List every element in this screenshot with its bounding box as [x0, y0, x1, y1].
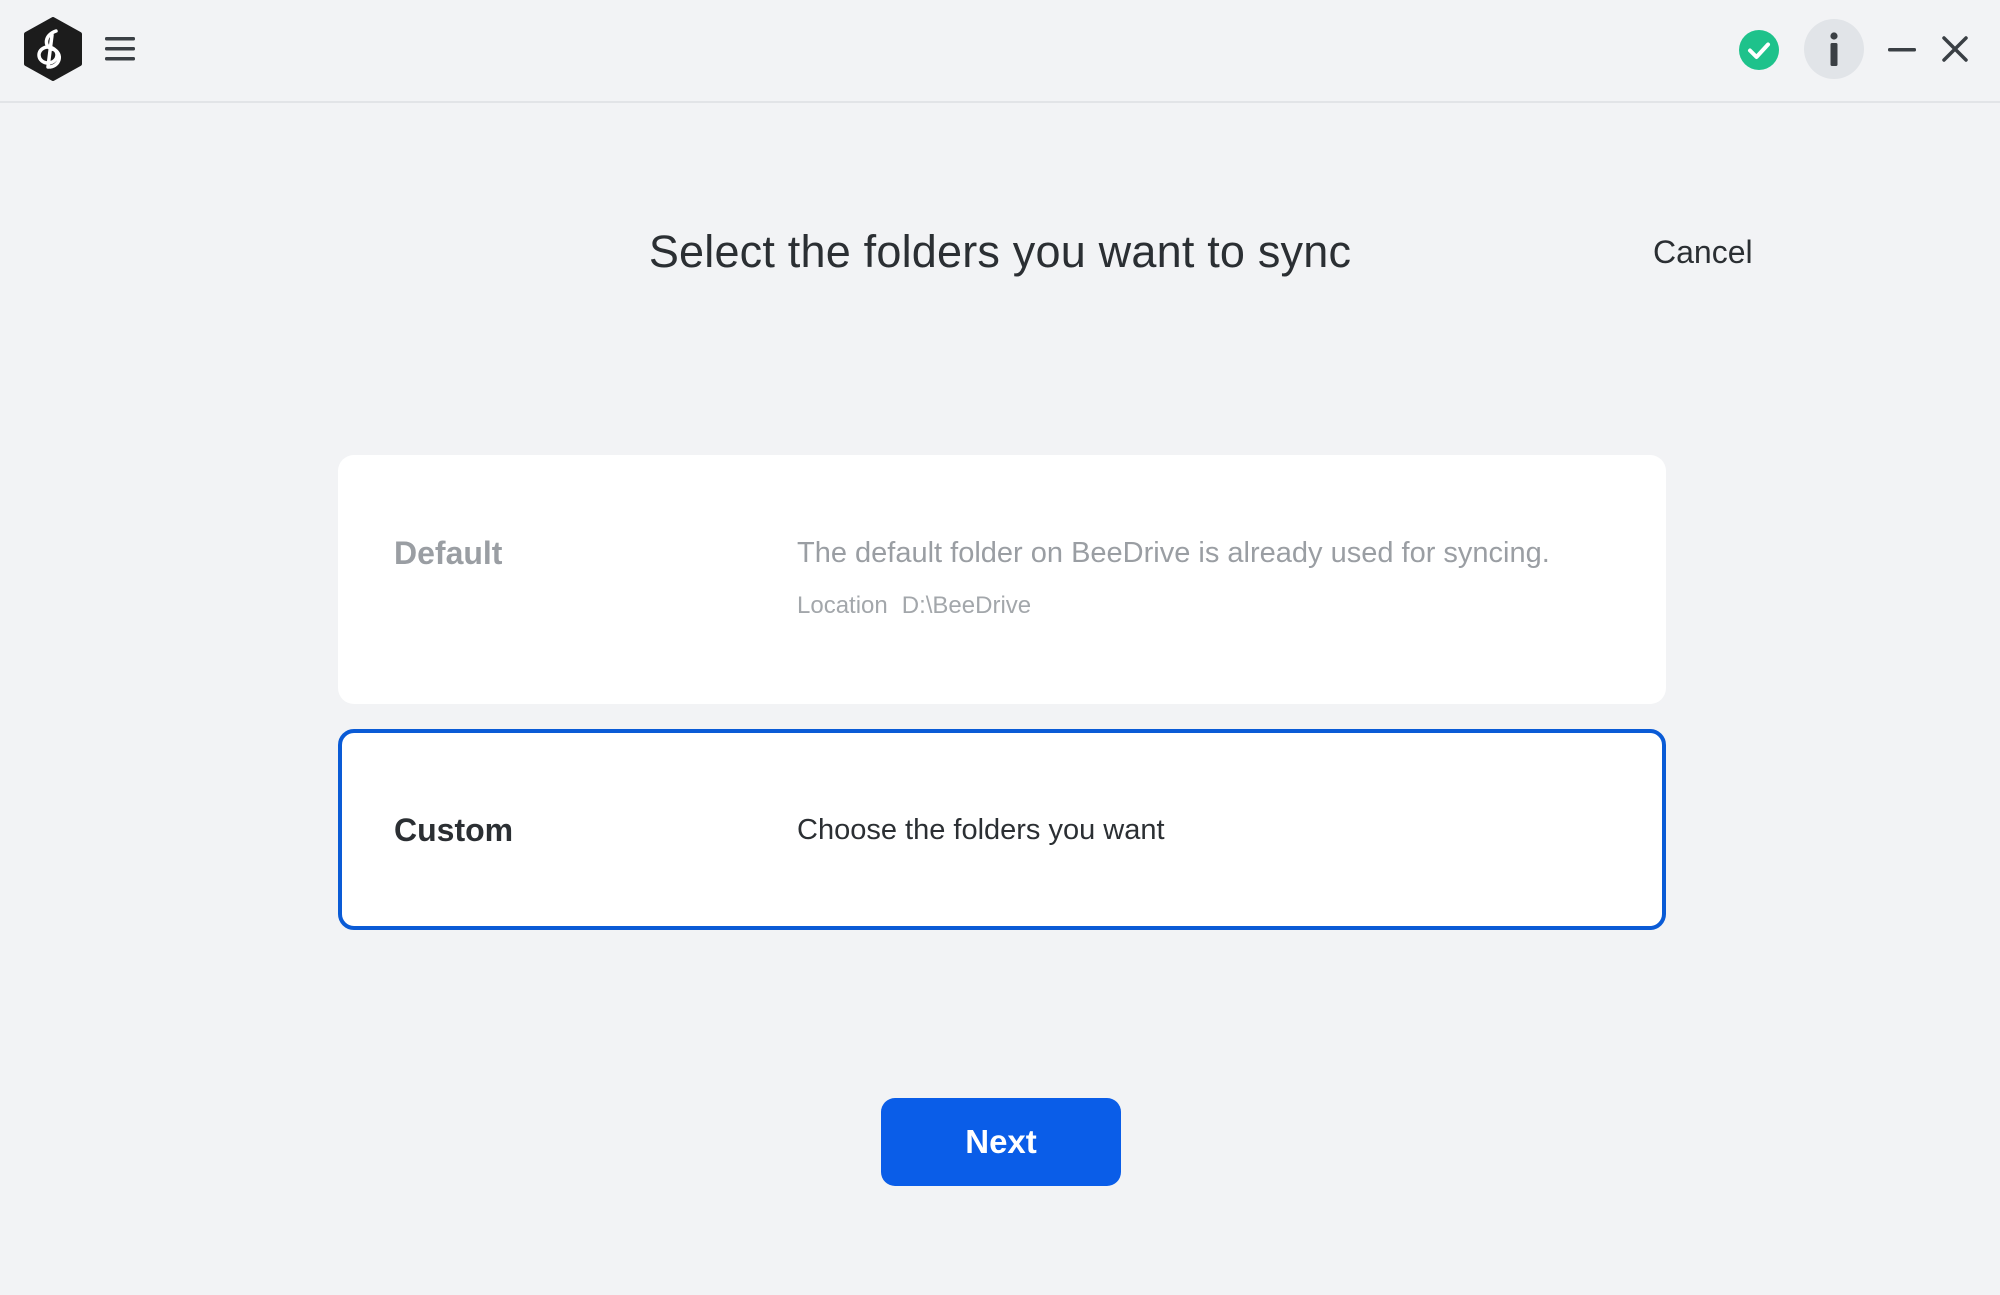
info-button[interactable]	[1804, 19, 1864, 79]
option-card-default[interactable]: Default The default folder on BeeDrive i…	[338, 455, 1666, 704]
next-button[interactable]: Next	[881, 1098, 1121, 1186]
check-circle-icon	[1738, 29, 1780, 71]
minimize-button[interactable]	[1886, 30, 1918, 68]
option-label-custom: Custom	[394, 812, 514, 848]
info-icon	[1830, 32, 1838, 66]
option-description-default: The default folder on BeeDrive is alread…	[797, 537, 1550, 569]
option-card-custom[interactable]: Custom Choose the folders you want	[338, 729, 1666, 930]
location-row: Location D:\BeeDrive	[797, 592, 1045, 620]
location-label: Location	[797, 592, 888, 619]
close-icon	[1942, 36, 1968, 62]
beedrive-logo-icon	[22, 17, 84, 81]
cancel-button[interactable]: Cancel	[1653, 234, 1753, 271]
option-label-default: Default	[394, 535, 503, 571]
location-value: D:\BeeDrive	[901, 592, 1032, 619]
title-bar	[0, 0, 2000, 103]
option-description-custom: Choose the folders you want	[797, 814, 1165, 846]
hamburger-menu-icon[interactable]	[104, 34, 136, 64]
close-button[interactable]	[1940, 32, 1970, 66]
minimize-icon	[1888, 48, 1916, 52]
